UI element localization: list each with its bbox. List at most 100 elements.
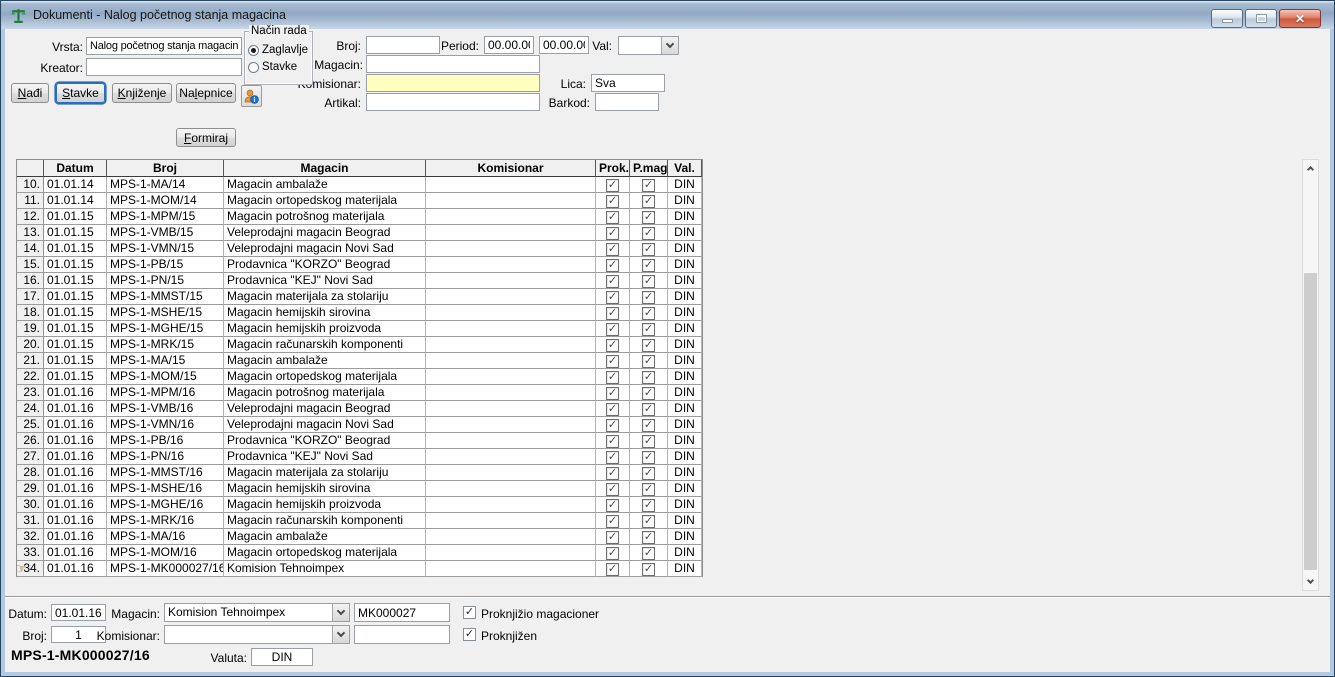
table-row[interactable]: ☞17. 01.01.15 MPS-1-MMST/15 Magacin mate… [17,289,702,305]
row-selector-cell[interactable]: ☞32. [17,529,44,545]
cell-magacin[interactable]: Magacin potrošnog materijala [224,209,426,225]
cell-magacin[interactable]: Magacin hemijskih proizvoda [224,321,426,337]
komisionar-input[interactable] [366,74,540,92]
cell-val[interactable]: DIN [668,225,702,241]
cell-datum[interactable]: 01.01.16 [44,449,107,465]
val-combobox[interactable] [618,36,679,55]
cell-broj[interactable]: MPS-1-MA/14 [107,177,224,193]
cell-broj[interactable]: MPS-1-PB/16 [107,433,224,449]
cell-komisionar[interactable] [426,529,596,545]
table-row[interactable]: ☞19. 01.01.15 MPS-1-MGHE/15 Magacin hemi… [17,321,702,337]
cell-datum[interactable]: 01.01.14 [44,193,107,209]
cell-broj[interactable]: MPS-1-MMST/15 [107,289,224,305]
cell-broj[interactable]: MPS-1-MOM/15 [107,369,224,385]
pmag-checkbox[interactable]: ✓ [642,323,655,336]
lica-input[interactable] [591,74,665,92]
cell-pmag[interactable]: ✓ [630,497,668,513]
knjizenje-button[interactable]: Knjiženje [112,83,172,103]
cell-prok[interactable]: ✓ [596,209,630,225]
row-selector-cell[interactable]: ☞20. [17,337,44,353]
cell-prok[interactable]: ✓ [596,273,630,289]
cell-komisionar[interactable] [426,417,596,433]
stavke-button[interactable]: Stavke [56,83,105,103]
pmag-checkbox[interactable]: ✓ [642,435,655,448]
prok-checkbox[interactable]: ✓ [606,467,619,480]
pmag-checkbox[interactable]: ✓ [642,291,655,304]
pmag-checkbox[interactable]: ✓ [642,339,655,352]
pmag-checkbox[interactable]: ✓ [642,275,655,288]
cell-prok[interactable]: ✓ [596,497,630,513]
cell-komisionar[interactable] [426,337,596,353]
row-selector-cell[interactable]: ☞15. [17,257,44,273]
prok-checkbox[interactable]: ✓ [606,339,619,352]
nalepnice-button[interactable]: Nalepnice [176,83,236,103]
prok-checkbox[interactable]: ✓ [606,179,619,192]
cell-broj[interactable]: MPS-1-VMN/16 [107,417,224,433]
cell-prok[interactable]: ✓ [596,369,630,385]
cell-pmag[interactable]: ✓ [630,465,668,481]
cell-datum[interactable]: 01.01.15 [44,273,107,289]
table-row[interactable]: ☞24. 01.01.16 MPS-1-VMB/16 Veleprodajni … [17,401,702,417]
cell-pmag[interactable]: ✓ [630,417,668,433]
user-info-button[interactable]: i [241,85,262,107]
table-row[interactable]: ☞29. 01.01.16 MPS-1-MSHE/16 Magacin hemi… [17,481,702,497]
table-row[interactable]: ☞25. 01.01.16 MPS-1-VMN/16 Veleprodajni … [17,417,702,433]
cell-komisionar[interactable] [426,321,596,337]
grid-header-pmag[interactable]: P.mag. [630,160,668,177]
cell-komisionar[interactable] [426,497,596,513]
pmag-checkbox[interactable]: ✓ [642,547,655,560]
cell-magacin[interactable]: Prodavnica "KEJ" Novi Sad [224,449,426,465]
cell-datum[interactable]: 01.01.15 [44,353,107,369]
cell-broj[interactable]: MPS-1-MRK/15 [107,337,224,353]
pmag-checkbox[interactable]: ✓ [642,211,655,224]
prok-checkbox[interactable]: ✓ [606,451,619,464]
cell-val[interactable]: DIN [668,545,702,561]
pmag-checkbox[interactable]: ✓ [642,403,655,416]
cell-broj[interactable]: MPS-1-VMB/16 [107,401,224,417]
cell-komisionar[interactable] [426,241,596,257]
proknjizio-magacioner-checkbox[interactable] [463,606,476,619]
row-selector-cell[interactable]: ☞22. [17,369,44,385]
pmag-checkbox[interactable]: ✓ [642,387,655,400]
cell-broj[interactable]: MPS-1-MOM/16 [107,545,224,561]
cell-pmag[interactable]: ✓ [630,337,668,353]
detail-magacin-combobox[interactable]: Komision Tehnoimpex [164,603,350,622]
cell-pmag[interactable]: ✓ [630,561,668,577]
row-selector-cell[interactable]: ☞31. [17,513,44,529]
row-selector-cell[interactable]: ☞30. [17,497,44,513]
cell-val[interactable]: DIN [668,273,702,289]
cell-broj[interactable]: MPS-1-MGHE/16 [107,497,224,513]
cell-magacin[interactable]: Veleprodajni magacin Beograd [224,401,426,417]
cell-komisionar[interactable] [426,353,596,369]
cell-komisionar[interactable] [426,257,596,273]
cell-pmag[interactable]: ✓ [630,305,668,321]
vertical-scrollbar[interactable] [1302,159,1319,591]
period-from-input[interactable] [484,36,534,54]
cell-broj[interactable]: MPS-1-PB/15 [107,257,224,273]
cell-magacin[interactable]: Prodavnica "KORZO" Beograd [224,257,426,273]
cell-datum[interactable]: 01.01.15 [44,369,107,385]
cell-val[interactable]: DIN [668,209,702,225]
cell-broj[interactable]: MPS-1-PN/15 [107,273,224,289]
prok-checkbox[interactable]: ✓ [606,515,619,528]
cell-pmag[interactable]: ✓ [630,289,668,305]
cell-datum[interactable]: 01.01.15 [44,305,107,321]
table-row[interactable]: ☞30. 01.01.16 MPS-1-MGHE/16 Magacin hemi… [17,497,702,513]
cell-komisionar[interactable] [426,289,596,305]
table-row[interactable]: ☞34. 01.01.16 MPS-1-MK000027/16 Komision… [17,561,702,577]
pmag-checkbox[interactable]: ✓ [642,243,655,256]
cell-magacin[interactable]: Magacin ambalaže [224,177,426,193]
cell-datum[interactable]: 01.01.16 [44,401,107,417]
proknjizen-checkbox[interactable] [463,628,476,641]
cell-datum[interactable]: 01.01.16 [44,513,107,529]
pmag-checkbox[interactable]: ✓ [642,515,655,528]
table-row[interactable]: ☞20. 01.01.15 MPS-1-MRK/15 Magacin račun… [17,337,702,353]
detail-komisionar-combobox[interactable] [164,625,350,644]
cell-broj[interactable]: MPS-1-MSHE/16 [107,481,224,497]
prok-checkbox[interactable]: ✓ [606,547,619,560]
cell-prok[interactable]: ✓ [596,289,630,305]
prok-checkbox[interactable]: ✓ [606,307,619,320]
vrsta-input[interactable] [86,37,242,55]
pmag-checkbox[interactable]: ✓ [642,227,655,240]
prok-checkbox[interactable]: ✓ [606,323,619,336]
